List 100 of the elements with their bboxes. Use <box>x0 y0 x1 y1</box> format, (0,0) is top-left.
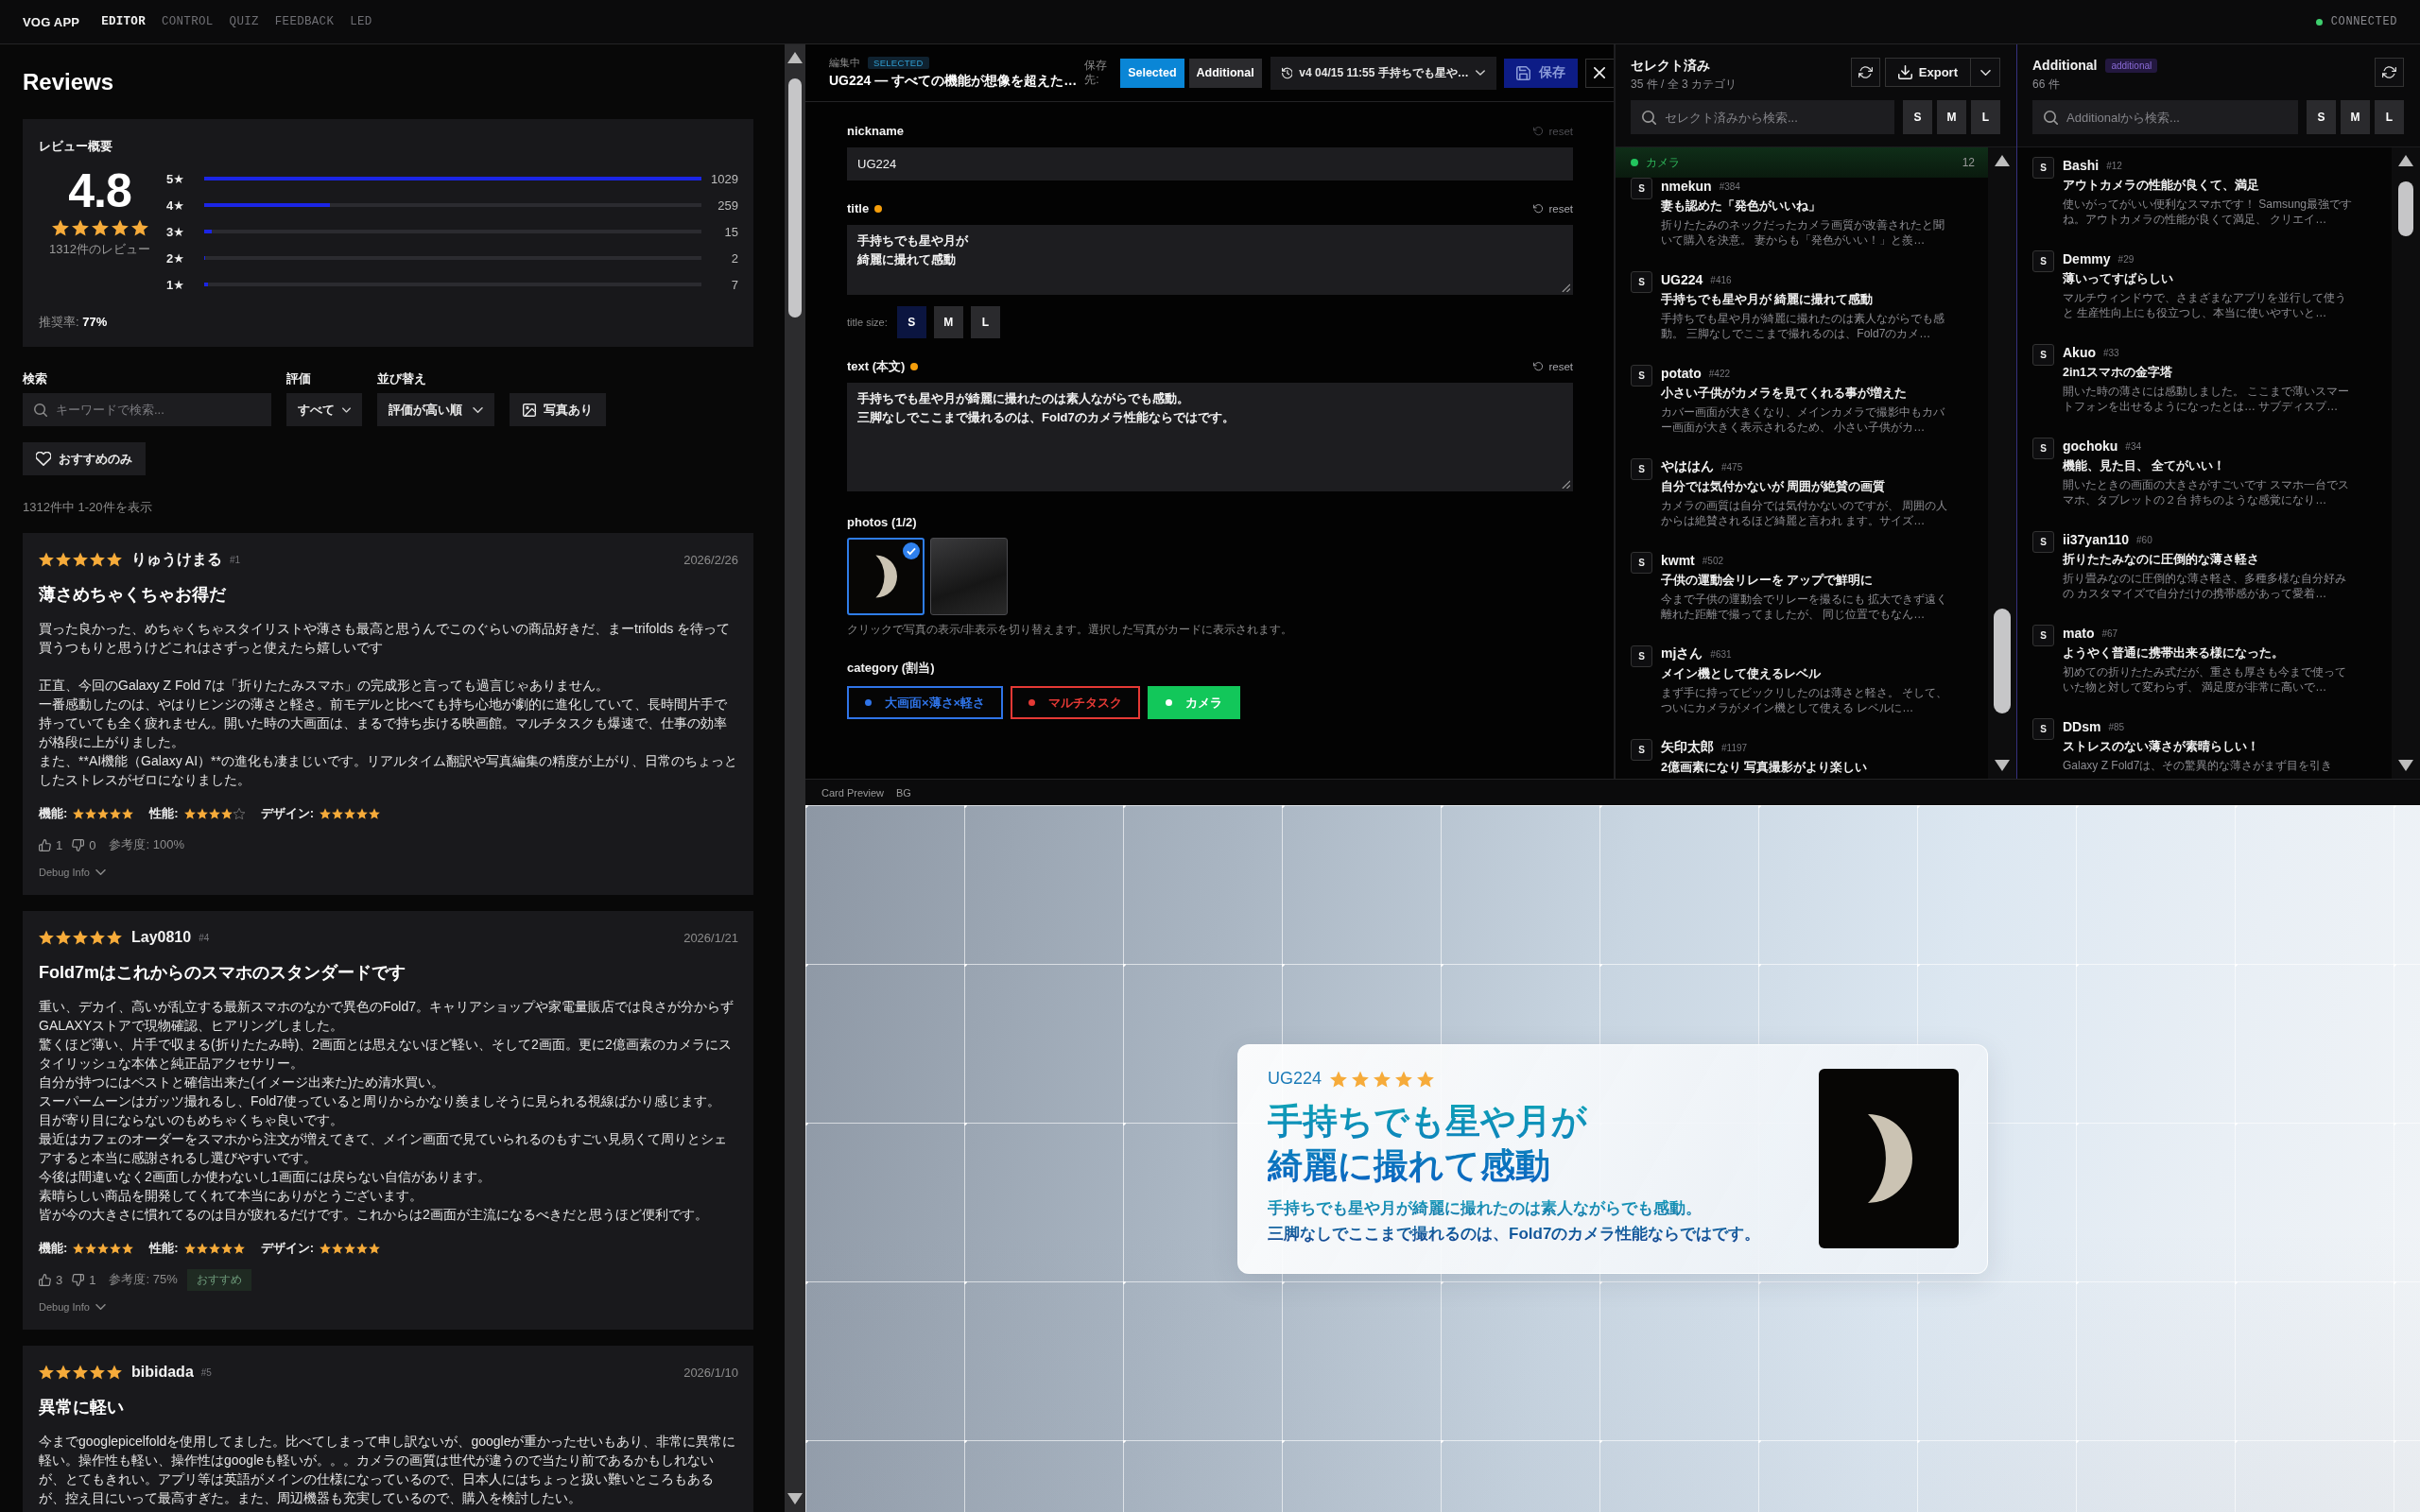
star-icon <box>196 1243 208 1254</box>
sort-dropdown[interactable]: 評価が高い順 <box>377 393 494 426</box>
nav-tab[interactable]: EDITOR <box>101 15 146 28</box>
scrollbar-thumb[interactable] <box>2398 181 2413 236</box>
reset-button[interactable]: reset <box>1533 361 1573 372</box>
review-title: 機能、見た目、 全てがいい！ <box>2063 458 2227 474</box>
nav-tab[interactable]: LED <box>350 15 372 28</box>
dislike-button[interactable]: 1 <box>72 1272 96 1287</box>
scroll-down-arrow-icon[interactable] <box>1995 760 2010 771</box>
scroll-up-arrow-icon[interactable] <box>1995 155 2010 166</box>
nav-tab[interactable]: FEEDBACK <box>274 15 335 28</box>
export-button[interactable]: Export <box>1885 59 1971 86</box>
version-dropdown[interactable]: v4 04/15 11:55 手持ちでも星や… <box>1270 56 1496 90</box>
star-icon <box>1374 1070 1392 1088</box>
size-option[interactable]: M <box>933 306 963 338</box>
close-button[interactable] <box>1584 58 1614 88</box>
star-icon <box>56 930 71 945</box>
search-input[interactable]: キーワードで検索... <box>56 403 260 417</box>
category-chip[interactable]: 大画面×薄さ×軽さ <box>847 686 1004 719</box>
refresh-button[interactable] <box>1850 58 1880 87</box>
review-number: #1 <box>230 554 241 565</box>
star-icon <box>320 808 332 819</box>
debug-info-toggle[interactable]: Debug Info <box>39 1299 106 1314</box>
thumbs-up-icon <box>39 1273 51 1286</box>
average-rating: 4.8 <box>68 165 131 216</box>
category-chip[interactable]: マルチタスク <box>1011 686 1141 719</box>
debug-info-toggle[interactable]: Debug Info <box>39 865 106 880</box>
nav-tab[interactable]: QUIZ <box>229 15 259 28</box>
photo-thumbnail[interactable] <box>847 538 925 615</box>
field-label: photos (1/2) <box>847 515 917 529</box>
reviewer-name: DDsm <box>2063 719 2101 734</box>
resize-grip-icon[interactable] <box>1562 284 1570 292</box>
search-input[interactable]: Additionalから検索... <box>2066 110 2287 125</box>
star-icon <box>332 808 344 819</box>
reset-button[interactable]: reset <box>1533 203 1573 215</box>
size-option[interactable]: S <box>896 306 926 338</box>
destination-tab[interactable]: Selected <box>1120 58 1184 88</box>
star-icon <box>107 1365 122 1380</box>
size-badge: S <box>1631 178 1652 199</box>
scrollbar-thumb[interactable] <box>1994 609 2011 713</box>
scrollbar-thumb[interactable] <box>788 78 802 318</box>
star-icon <box>130 219 148 236</box>
search-input[interactable]: セレクト済みから検索... <box>1665 110 1883 125</box>
scroll-up-arrow-icon[interactable] <box>787 52 803 63</box>
review-snippet: 開いたときの画面の大きさがすごいです スマホ一台でスマホ、タブレットの２台 持ちのような感覚になり… <box>2063 477 2351 507</box>
scroll-down-arrow-icon[interactable] <box>2398 760 2413 771</box>
search-field[interactable]: セレクト済みから検索... <box>1631 100 1894 134</box>
photo-filter-button[interactable]: 写真あり <box>510 393 606 426</box>
save-button[interactable]: 保存 <box>1503 58 1578 88</box>
image-icon <box>523 403 536 417</box>
like-button[interactable]: 1 <box>39 837 63 852</box>
text-area[interactable]: 手持ちでも星や月が 綺麗に撮れて感動 <box>847 225 1573 295</box>
rating-level-count: 7 <box>730 277 738 292</box>
rating-dropdown[interactable]: すべて <box>286 393 362 426</box>
size-badge: S <box>2032 250 2054 272</box>
size-filter-button[interactable]: S <box>1903 100 1932 134</box>
star-icon <box>90 552 105 567</box>
review-snippet: 初めての折りたたみ式だが、重さも厚さも今まで使っていた物と対して変わらず、 満足度が非常に高いで… <box>2063 664 2347 695</box>
size-filter-button[interactable]: M <box>2341 100 2370 134</box>
chevron-down-icon <box>95 869 106 875</box>
star-icon <box>1417 1070 1435 1088</box>
size-filter-button[interactable]: L <box>2375 100 2404 134</box>
bg-button[interactable]: BG <box>896 786 911 799</box>
star-icon <box>56 552 71 567</box>
refresh-button[interactable] <box>2375 58 2404 87</box>
search-field[interactable]: Additionalから検索... <box>2032 100 2298 134</box>
review-number: #1197 <box>1721 742 1748 753</box>
size-filter-button[interactable]: L <box>1971 100 2000 134</box>
like-button[interactable]: 3 <box>39 1272 63 1287</box>
scrollbar[interactable] <box>2392 147 2420 779</box>
review-text: スーパームーンはガッツ撮れるし、Fold7使っていると周りからかなり羨ましそうに見られる視線ばかり感じます。 <box>39 1092 722 1110</box>
star-icon <box>356 808 369 819</box>
photo-thumbnail[interactable] <box>930 538 1008 615</box>
search-icon <box>2044 110 2058 125</box>
reviewer-name: Bashi <box>2063 158 2100 173</box>
reviewer-name: mato <box>2063 626 2095 641</box>
scrollbar[interactable] <box>1988 147 2016 779</box>
reviewer-name: 矢印太郎 <box>1661 739 1714 756</box>
size-filter-button[interactable]: S <box>2307 100 2336 134</box>
scroll-up-arrow-icon[interactable] <box>2398 155 2413 166</box>
size-badge: S <box>1631 552 1652 574</box>
size-filter-button[interactable]: M <box>1937 100 1966 134</box>
star-icon <box>107 930 122 945</box>
recommended-filter-button[interactable]: おすすめのみ <box>23 442 146 475</box>
status-badge: SELECTED <box>868 57 929 69</box>
scroll-down-arrow-icon[interactable] <box>787 1493 803 1504</box>
helpful-rate: 参考度: 75% <box>109 1271 178 1288</box>
scrollbar[interactable] <box>785 44 805 1512</box>
text-area[interactable]: 手持ちでも星や月が綺麗に撮れたのは素人ながらでも感動。 三脚なしでここまで撮れるのは、Fold7のカメラ性能ならではです。 <box>847 383 1573 491</box>
destination-tab[interactable]: Additional <box>1188 58 1262 88</box>
resize-grip-icon[interactable] <box>1562 480 1570 489</box>
star-icon <box>111 219 129 236</box>
dislike-button[interactable]: 0 <box>72 837 96 852</box>
category-header[interactable]: カメラ 12 <box>1616 147 1988 178</box>
text-input[interactable]: UG224 <box>847 147 1573 180</box>
star-icon <box>73 1243 85 1254</box>
search-field[interactable]: キーワードで検索... <box>23 393 271 426</box>
export-menu-button[interactable] <box>1971 59 1999 86</box>
size-option[interactable]: L <box>970 306 1000 338</box>
nav-tab[interactable]: CONTROL <box>161 15 214 28</box>
